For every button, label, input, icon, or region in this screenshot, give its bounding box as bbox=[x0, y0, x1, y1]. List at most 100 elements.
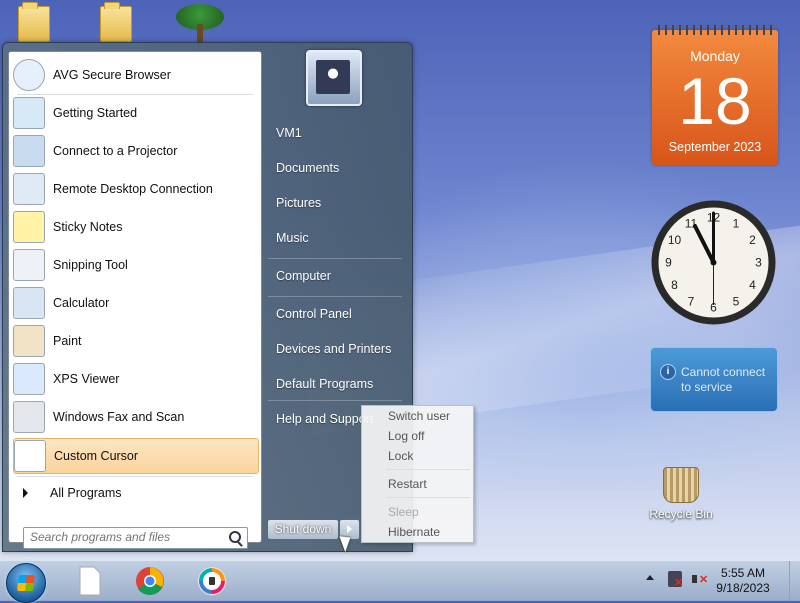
submenu-switch-user[interactable]: Switch user bbox=[388, 409, 450, 423]
shutdown-button[interactable]: Shut down bbox=[267, 519, 339, 540]
programs-pane: AVG Secure Browser Getting Started Connect… bbox=[8, 51, 262, 549]
user-avatar[interactable] bbox=[306, 50, 362, 106]
start-menu: AVG Secure Browser Getting Started Connect… bbox=[2, 42, 413, 552]
start-link-music[interactable]: Music bbox=[276, 231, 309, 245]
volume-muted-icon[interactable]: ✕ bbox=[692, 571, 708, 587]
clock-number: 1 bbox=[733, 217, 740, 231]
avg-browser-taskbar-icon[interactable] bbox=[196, 565, 228, 597]
clock-number: 4 bbox=[749, 278, 756, 292]
program-label: Paint bbox=[53, 334, 82, 348]
start-link-documents[interactable]: Documents bbox=[276, 161, 339, 175]
info-icon: i bbox=[660, 364, 676, 380]
service-message: Cannot connect to service bbox=[681, 365, 766, 394]
pinned-separator bbox=[17, 94, 253, 95]
recycle-bin[interactable]: Recycle Bin bbox=[646, 467, 716, 521]
file-icon[interactable] bbox=[74, 565, 106, 597]
folder-icon-2[interactable] bbox=[100, 2, 132, 42]
tree-icon[interactable] bbox=[176, 4, 224, 46]
avg-browser-icon bbox=[13, 59, 45, 91]
program-avg-secure-browser[interactable]: AVG Secure Browser bbox=[13, 58, 257, 92]
network-icon[interactable]: ✕ bbox=[668, 571, 683, 589]
arrow-right-icon bbox=[23, 488, 28, 498]
start-link-control-panel[interactable]: Control Panel bbox=[276, 307, 352, 321]
show-hidden-icons-icon[interactable] bbox=[646, 575, 654, 580]
program-label: Windows Fax and Scan bbox=[53, 410, 185, 424]
chrome-icon[interactable] bbox=[134, 565, 166, 597]
remote-desktop-icon bbox=[13, 173, 45, 205]
recycle-bin-icon bbox=[663, 467, 699, 503]
program-xps-viewer[interactable]: XPS Viewer bbox=[13, 362, 257, 396]
clock-number: 7 bbox=[688, 295, 695, 309]
program-windows-fax-and-scan[interactable]: Windows Fax and Scan bbox=[13, 400, 257, 434]
right-pane-separator bbox=[268, 258, 402, 259]
program-remote-desktop-connection[interactable]: Remote Desktop Connection bbox=[13, 172, 257, 206]
calendar-rings bbox=[658, 25, 772, 35]
submenu-separator bbox=[386, 469, 470, 470]
folder-icon[interactable] bbox=[18, 2, 50, 42]
program-custom-cursor[interactable]: Custom Cursor bbox=[13, 438, 259, 474]
fax-icon bbox=[13, 401, 45, 433]
submenu-hibernate[interactable]: Hibernate bbox=[388, 525, 440, 539]
clock-number: 9 bbox=[665, 256, 672, 270]
program-label: Custom Cursor bbox=[54, 449, 139, 463]
submenu-sleep: Sleep bbox=[388, 505, 419, 519]
submenu-restart[interactable]: Restart bbox=[388, 477, 427, 491]
program-label: Sticky Notes bbox=[53, 220, 123, 234]
cursor-arrow-icon bbox=[14, 440, 46, 472]
submenu-separator bbox=[386, 497, 470, 498]
right-pane-separator bbox=[268, 296, 402, 297]
calendar-month-year: September 2023 bbox=[668, 140, 762, 154]
clock-number: 5 bbox=[733, 295, 740, 309]
calendar-day-name: Monday bbox=[690, 48, 740, 64]
taskbar: ✕ ✕ 5:55 AM 9/18/2023 bbox=[0, 560, 800, 603]
program-getting-started[interactable]: Getting Started bbox=[13, 96, 257, 130]
start-link-pictures[interactable]: Pictures bbox=[276, 196, 321, 210]
program-label: Remote Desktop Connection bbox=[53, 182, 213, 196]
clock-number: 2 bbox=[749, 233, 756, 247]
program-snipping-tool[interactable]: Snipping Tool bbox=[13, 248, 257, 282]
sticky-notes-icon bbox=[13, 211, 45, 243]
submenu-lock[interactable]: Lock bbox=[388, 449, 413, 463]
program-sticky-notes[interactable]: Sticky Notes bbox=[13, 210, 257, 244]
clock-number: 10 bbox=[668, 233, 682, 247]
start-button[interactable] bbox=[6, 563, 46, 603]
tray-time: 5:55 AM bbox=[720, 566, 766, 580]
clock-number: 3 bbox=[755, 256, 762, 270]
clock-number: 8 bbox=[671, 278, 678, 292]
program-label: Calculator bbox=[53, 296, 110, 310]
program-label: XPS Viewer bbox=[53, 372, 120, 386]
start-link-computer[interactable]: Computer bbox=[276, 269, 331, 283]
projector-icon bbox=[13, 135, 45, 167]
search-box[interactable] bbox=[23, 527, 248, 549]
submenu-log-off[interactable]: Log off bbox=[388, 429, 424, 443]
start-link-default-programs[interactable]: Default Programs bbox=[276, 377, 373, 391]
paint-palette-icon bbox=[13, 325, 45, 357]
calculator-icon bbox=[13, 287, 45, 319]
search-input[interactable] bbox=[24, 528, 220, 546]
program-paint[interactable]: Paint bbox=[13, 324, 257, 358]
program-connect-to-a-projector[interactable]: Connect to a Projector bbox=[13, 134, 257, 168]
start-link-devices-and-printers[interactable]: Devices and Printers bbox=[276, 342, 391, 356]
search-icon[interactable] bbox=[229, 531, 241, 543]
program-label: Snipping Tool bbox=[53, 258, 128, 272]
all-programs-label: All Programs bbox=[50, 486, 122, 500]
program-calculator[interactable]: Calculator bbox=[13, 286, 257, 320]
start-link-vm1[interactable]: VM1 bbox=[276, 126, 302, 140]
recycle-bin-label: Recycle Bin bbox=[649, 507, 713, 521]
program-label: AVG Secure Browser bbox=[53, 68, 171, 82]
clock-gadget[interactable]: 121234567891011 bbox=[650, 199, 777, 326]
service-gadget[interactable]: i Cannot connect to service bbox=[650, 347, 778, 412]
show-desktop-button[interactable] bbox=[789, 561, 800, 601]
system-clock[interactable]: 5:55 AM 9/18/2023 bbox=[708, 566, 778, 596]
programs-separator bbox=[17, 476, 253, 477]
tray-date: 9/18/2023 bbox=[716, 581, 770, 595]
scissors-icon bbox=[13, 249, 45, 281]
shutdown-submenu: Switch user Log off Lock Restart Sleep Hibern… bbox=[361, 405, 474, 543]
getting-started-icon bbox=[13, 97, 45, 129]
lighthouse-icon bbox=[316, 60, 350, 94]
xps-viewer-icon bbox=[13, 363, 45, 395]
all-programs-button[interactable]: All Programs bbox=[13, 480, 257, 506]
start-link-help-and-support[interactable]: Help and Support bbox=[276, 412, 373, 426]
calendar-gadget[interactable]: Monday 18 September 2023 bbox=[652, 25, 778, 165]
windows-flag-icon bbox=[17, 575, 35, 591]
